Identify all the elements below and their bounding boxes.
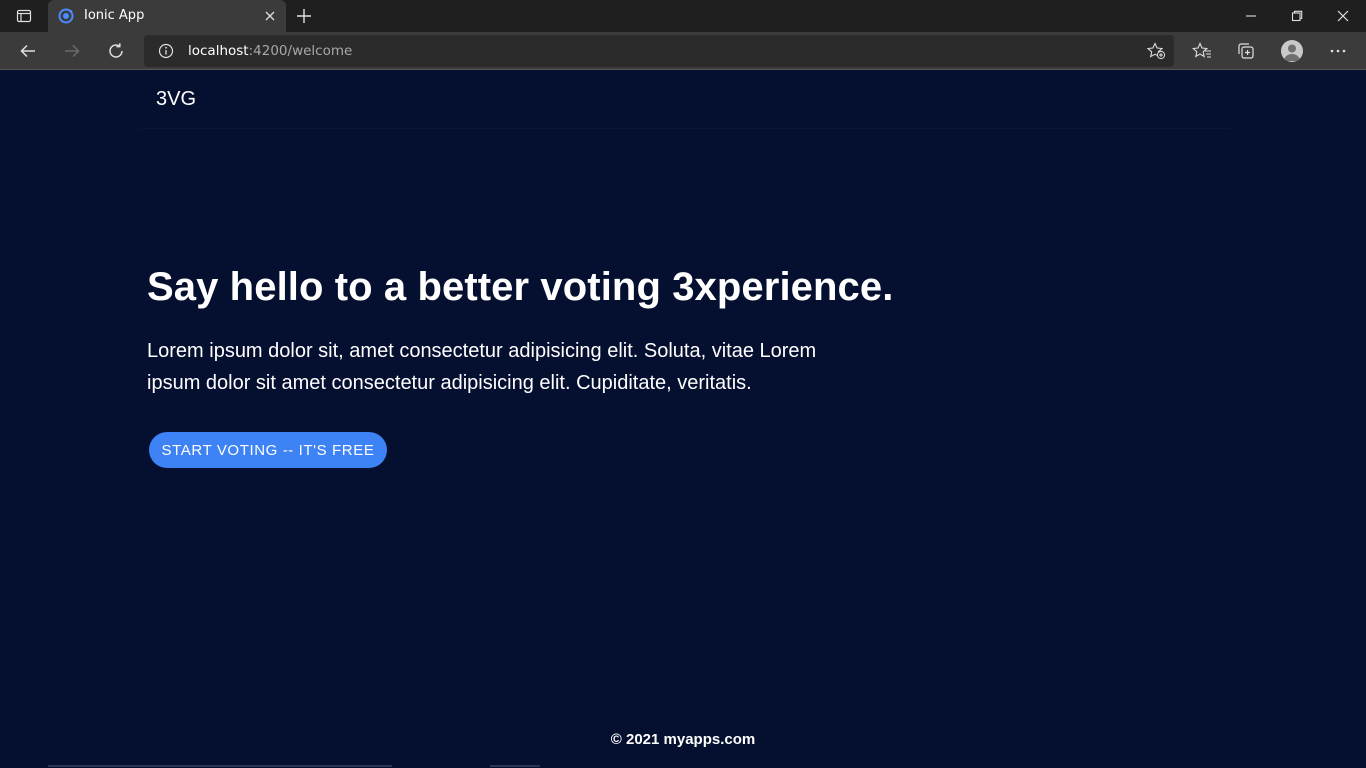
browser-toolbar: localhost:4200/welcome [0,32,1366,70]
footer-copyright: © 2021 myapps.com [610,731,756,748]
minimize-button[interactable] [1228,0,1274,32]
url-text[interactable]: localhost:4200/welcome [188,43,352,59]
collections-icon [1238,43,1254,59]
close-icon [1337,10,1349,22]
new-tab-button[interactable] [294,6,314,26]
avatar-icon [1281,40,1303,62]
tab-close-icon[interactable] [262,8,278,24]
collections-button[interactable] [1234,39,1258,63]
tab-actions-icon [16,9,32,23]
refresh-icon [109,43,123,58]
app-header: 3VG [140,71,1230,129]
address-bar[interactable]: localhost:4200/welcome [144,35,1174,67]
back-button[interactable] [16,39,40,63]
restore-button[interactable] [1274,0,1320,32]
browser-tab[interactable]: Ionic App [48,0,286,32]
welcome-page: 3VG Say hello to a better voting 3xperie… [0,71,1366,768]
url-path: :4200/welcome [248,43,353,59]
back-arrow-icon [20,44,35,58]
ionic-logo-icon [58,8,74,24]
favorites-icon [1192,42,1211,58]
more-icon [1330,49,1346,53]
star-add-icon[interactable] [1146,42,1166,60]
forward-arrow-icon [65,44,80,58]
minimize-icon [1246,15,1256,17]
url-host: localhost [188,43,249,59]
refresh-button[interactable] [104,39,128,63]
hero-description: Lorem ipsum dolor sit, amet consectetur … [147,340,817,394]
horizontal-scrollbar-thumb[interactable] [490,765,540,767]
forward-button[interactable] [60,39,84,63]
info-icon[interactable] [158,43,174,59]
hero-title: Say hello to a better voting 3xperience. [147,265,894,309]
start-voting-button[interactable]: START VOTING -- IT'S FREE [149,432,387,468]
brand-title[interactable]: 3VG [156,88,196,111]
favorites-button[interactable] [1190,39,1214,63]
restore-icon [1291,10,1303,22]
horizontal-scrollbar[interactable] [48,765,392,767]
profile-button[interactable] [1280,39,1304,63]
tab-title: Ionic App [84,8,145,23]
settings-more-button[interactable] [1326,39,1350,63]
tab-actions-button[interactable] [0,0,48,32]
close-window-button[interactable] [1320,0,1366,32]
browser-tab-bar: Ionic App [0,0,1366,32]
